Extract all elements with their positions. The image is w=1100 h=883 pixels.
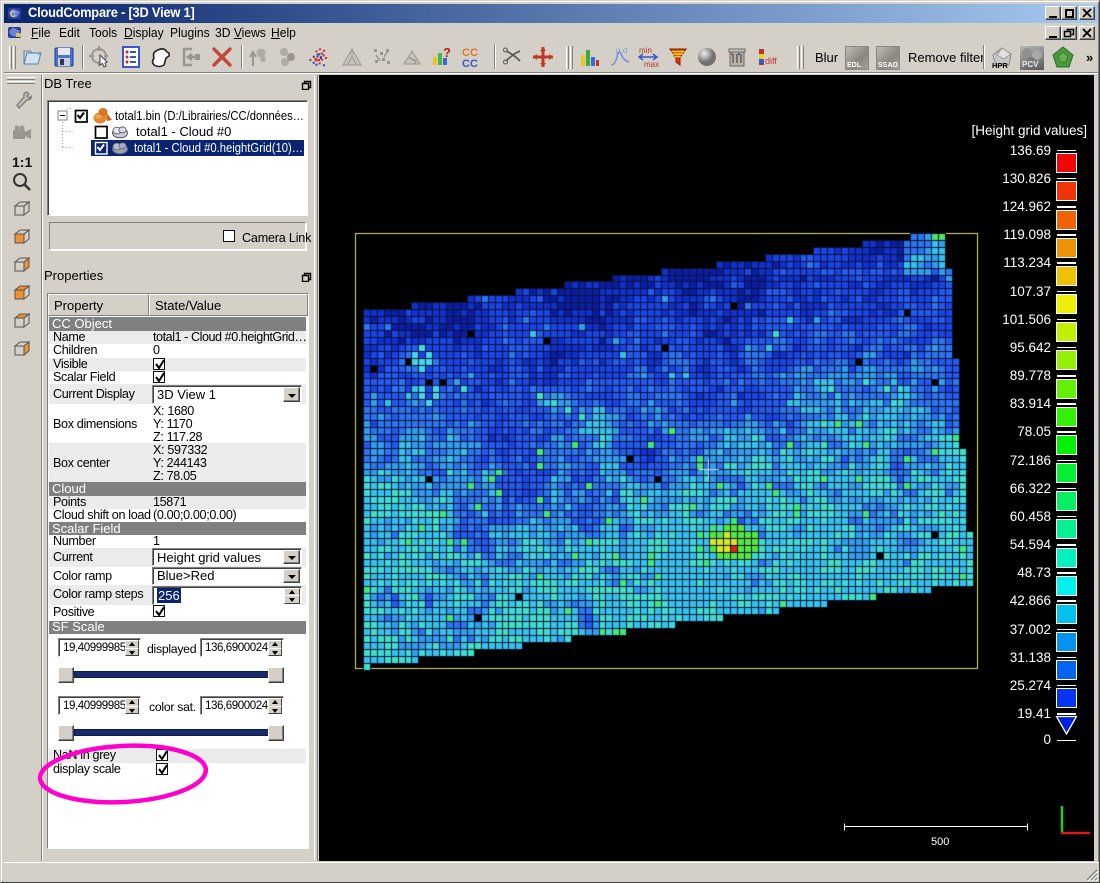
svg-text:PCV: PCV <box>1022 60 1039 69</box>
svg-text:C: C <box>10 10 16 19</box>
svg-text:total1 - Cloud #0: total1 - Cloud #0 <box>136 124 231 139</box>
svg-text:500: 500 <box>931 836 949 848</box>
svg-text:min: min <box>639 46 652 55</box>
svg-text:1:1: 1:1 <box>12 154 32 170</box>
svg-text:total1.bin (D:/Librairies/CC/d: total1.bin (D:/Librairies/CC/données… <box>115 108 304 123</box>
svg-text:max: max <box>644 60 659 69</box>
svg-text:total1 - Cloud #0.heightGrid(1: total1 - Cloud #0.heightGrid(10)… <box>134 140 303 155</box>
svg-text:diff: diff <box>765 56 777 66</box>
svg-text:HPR: HPR <box>992 61 1008 70</box>
svg-text:?: ? <box>443 45 451 60</box>
svg-text:CC: CC <box>462 58 478 69</box>
